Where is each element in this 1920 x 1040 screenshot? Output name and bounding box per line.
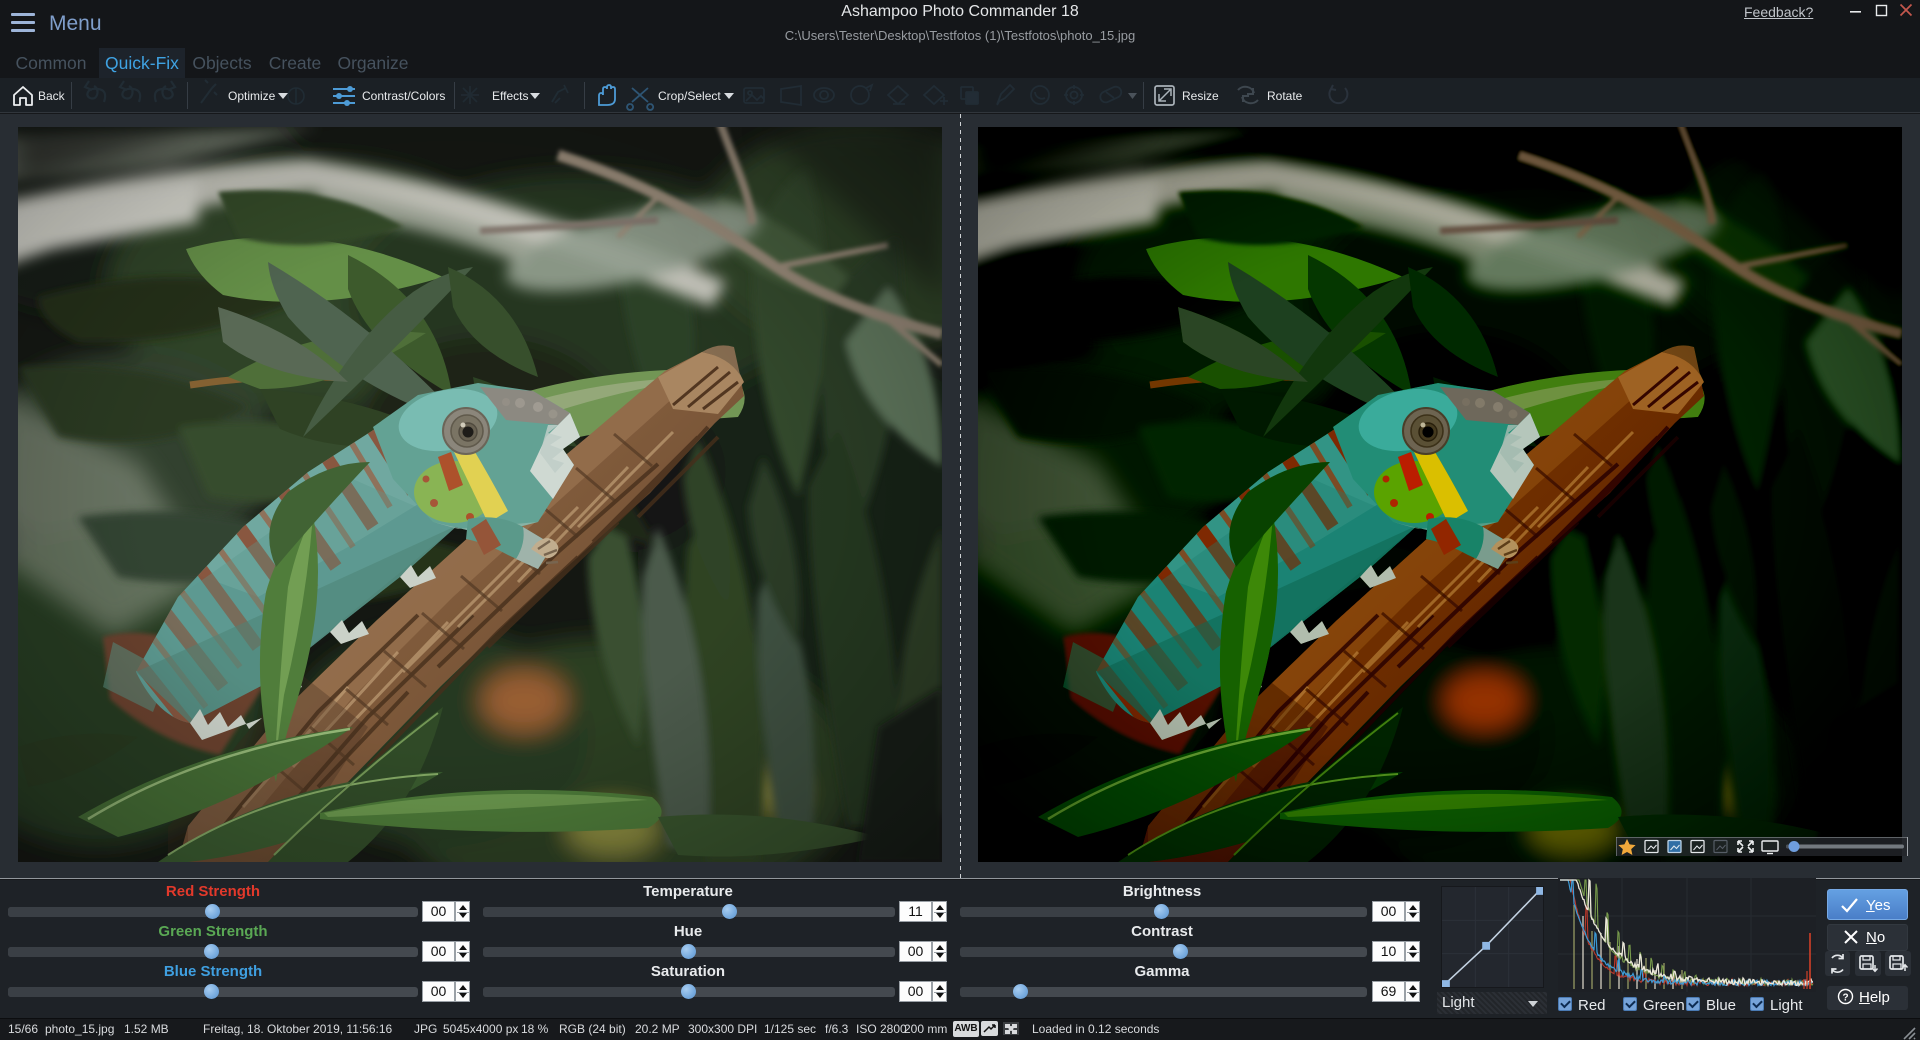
svg-text:?: ? <box>1842 993 1848 1004</box>
